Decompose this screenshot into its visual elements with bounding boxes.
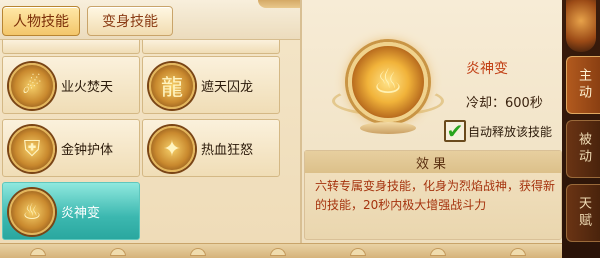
skill-name: 炎神变 [61, 206, 101, 221]
skill-name: 遮天囚龙 [201, 80, 254, 95]
skill-item-1[interactable]: ☄ 业火焚天 [2, 56, 140, 114]
side-tab-active-skills[interactable]: 主动 [566, 56, 600, 114]
selected-skill-emblem: ♨ [332, 36, 444, 136]
skill-list: ☄ 业火焚天 龍 遮天囚龙 ⛨ 金钟护体 ✦ 热血狂怒 ♨ 炎神变 [0, 40, 300, 243]
skill-name: 金钟护体 [61, 143, 114, 158]
skill-category-tabs: 人物技能 变身技能 [0, 0, 318, 40]
skill-slot-partial-right[interactable] [142, 40, 280, 54]
lantern-ornament [566, 0, 596, 52]
ornament-dot [510, 248, 526, 256]
effect-box: 效果 六转专属变身技能，化身为烈焰战神，获得新的技能，20秒内极大增强战斗力 [304, 150, 562, 240]
flame-god-icon: ♨ [348, 42, 428, 122]
flame-god-icon: ♨ [9, 189, 55, 235]
ornament-dot [430, 248, 446, 256]
tab-character-skills[interactable]: 人物技能 [2, 6, 80, 36]
ornament-dot [350, 248, 366, 256]
auto-cast-label: 自动释放该技能 [468, 124, 553, 139]
bottom-ornament-strip [0, 243, 562, 258]
skill-item-3[interactable]: ⛨ 金钟护体 [2, 119, 140, 177]
effect-description: 六转专属变身技能，化身为烈焰战神，获得新的技能，20秒内极大增强战斗力 [315, 179, 556, 212]
skill-item-2[interactable]: 龍 遮天囚龙 [142, 56, 280, 114]
skill-item-5-selected[interactable]: ♨ 炎神变 [2, 182, 140, 240]
auto-cast-checkbox[interactable]: ✔ [444, 120, 466, 142]
skill-title: 炎神变 [466, 61, 508, 77]
rage-warrior-icon: ✦ [149, 126, 195, 172]
fire-meteor-icon: ☄ [9, 63, 55, 109]
ornament-dot [110, 248, 126, 256]
ornament-dot [190, 248, 206, 256]
auto-cast-toggle[interactable]: ✔ 自动释放该技能 [444, 120, 552, 142]
side-tab-talent[interactable]: 天赋 [566, 184, 600, 242]
skill-panel: 人物技能 变身技能 ☄ 业火焚天 龍 遮天囚龙 ⛨ 金钟护体 ✦ 热血狂怒 ♨ … [0, 0, 600, 258]
skill-item-4[interactable]: ✦ 热血狂怒 [142, 119, 280, 177]
tab-transform-skills[interactable]: 变身技能 [87, 6, 173, 36]
skill-detail-panel: ♨ 炎神变 冷却：600秒 ✔ 自动释放该技能 效果 六转专属变身技能，化身为烈… [300, 0, 562, 243]
effect-header: 效果 [305, 151, 561, 173]
checkmark-icon: ✔ [446, 119, 464, 143]
emblem-base [360, 122, 416, 134]
dragon-cage-icon: 龍 [149, 63, 195, 109]
side-tab-passive-skills[interactable]: 被动 [566, 120, 600, 178]
ornament-dot [30, 248, 46, 256]
skill-name: 热血狂怒 [201, 143, 254, 158]
skill-name: 业火焚天 [61, 80, 114, 95]
skill-cooldown: 冷却：600秒 [466, 96, 543, 111]
side-tab-bar: 主动 被动 天赋 [562, 0, 600, 258]
ornament-dot [270, 248, 286, 256]
skill-slot-partial-left[interactable] [2, 40, 140, 54]
golden-bell-shield-icon: ⛨ [9, 126, 55, 172]
